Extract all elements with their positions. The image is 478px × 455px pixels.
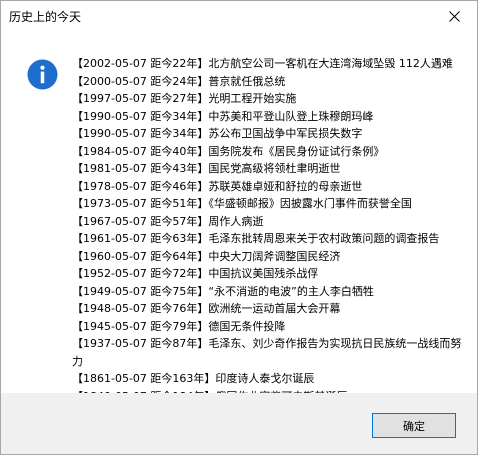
title-bar[interactable]: 历史上的今天 [1, 1, 477, 32]
event-line: 【1984-05-07 距今40年】国务院发布《居民身份证试行条例》 [72, 144, 385, 158]
event-line: 【1978-05-07 距今46年】苏联英雄卓娅和舒拉的母亲逝世 [72, 179, 363, 193]
event-line: 【1948-05-07 距今76年】欧洲统一运动首届大会开幕 [72, 302, 341, 315]
close-button[interactable] [431, 1, 477, 31]
event-line: 【1960-05-07 距今64年】中央大刀阔斧调整国民经济 [72, 249, 341, 263]
event-line: 【1961-05-07 距今63年】毛泽东批转周恩来关于农村政策问题的调查报告 [72, 232, 440, 245]
event-line: 【2000-05-07 距今24年】普京就任俄总统 [72, 74, 286, 88]
event-line: 【1945-05-07 距今79年】德国无条件投降 [72, 319, 286, 333]
close-icon [448, 10, 460, 22]
event-line: 【1973-05-07 距今51年】《华盛顿邮报》因披露水门事件而获誉全国 [72, 197, 412, 210]
info-icon [27, 59, 58, 90]
event-line: 【1990-05-07 距今34年】中苏美和平登山队登上珠穆朗玛峰 [72, 109, 374, 123]
dialog-content: 【2002-05-07 距今22年】北方航空公司一客机在大连湾海域坠毁 112人… [1, 32, 477, 403]
event-line: 【1967-05-07 距今57年】周作人病逝 [72, 214, 264, 228]
event-line: 【1861-05-07 距今163年】印度诗人泰戈尔诞辰 [72, 372, 315, 385]
ok-button[interactable]: 确定 [372, 413, 456, 438]
event-line: 【1981-05-07 距今43年】国民党高级将领杜聿明逝世 [72, 162, 341, 175]
event-line: 【1949-05-07 距今75年】“永不消逝的电波”的主人李白牺牲 [72, 284, 374, 298]
event-line: 【1997-05-07 距今27年】光明工程开始实施 [72, 92, 297, 105]
message-box-window: 历史上的今天 【2002-05-07 距今22年】北方航空公司一客机在大连湾海域… [0, 0, 478, 455]
event-line: 【1937-05-07 距今87年】毛泽东、刘少奇作报告为实现抗日民族统一战线而… [72, 337, 462, 368]
window-title: 历史上的今天 [9, 10, 82, 24]
event-line: 【1952-05-07 距今72年】中国抗议美国残杀战俘 [72, 267, 319, 280]
event-line: 【1990-05-07 距今34年】苏公布卫国战争中军民损失数字 [72, 127, 363, 140]
button-bar: 确定 [1, 393, 477, 454]
message-text: 【2002-05-07 距今22年】北方航空公司一客机在大连湾海域坠毁 112人… [72, 55, 462, 405]
event-line: 【2002-05-07 距今22年】北方航空公司一客机在大连湾海域坠毁 112人… [72, 57, 453, 70]
